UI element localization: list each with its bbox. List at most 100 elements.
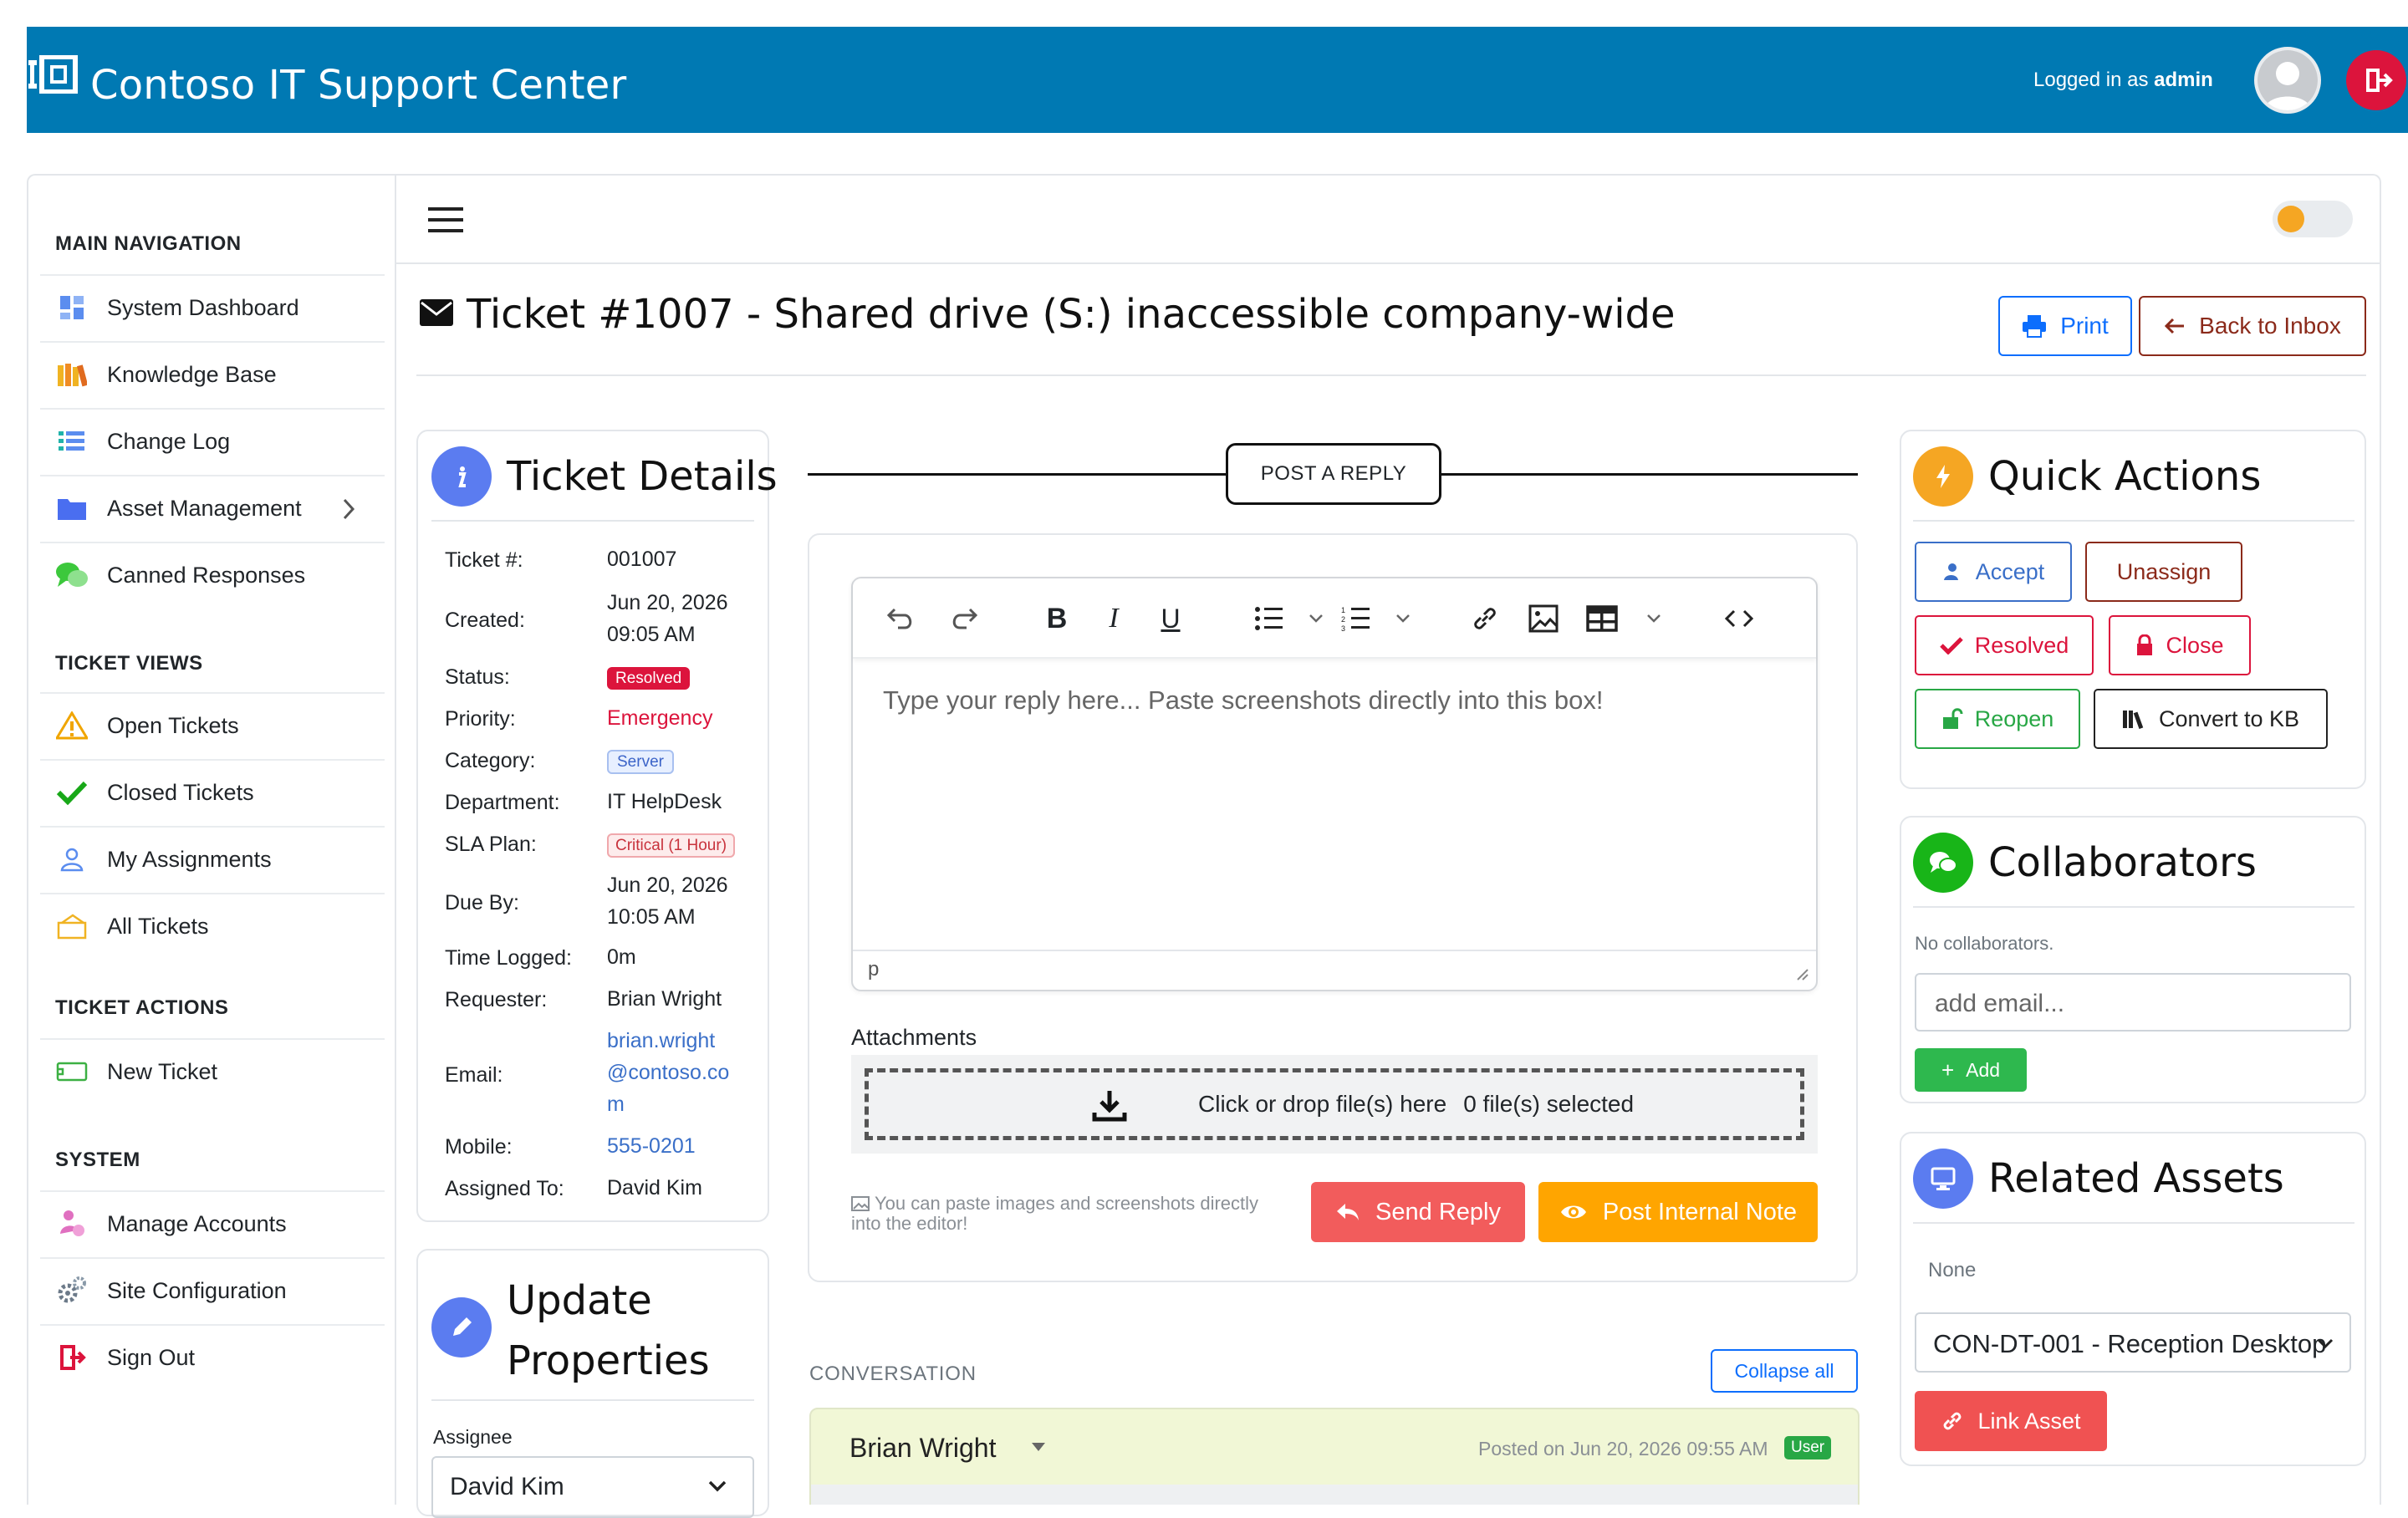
list-icon <box>55 425 89 458</box>
sidebar-item-new-ticket[interactable]: New Ticket <box>40 1038 385 1103</box>
ticket-details-title: Ticket Details <box>507 453 778 500</box>
link-icon[interactable] <box>1468 602 1502 635</box>
add-collaborator-button[interactable]: + Add <box>1915 1048 2027 1092</box>
redo-icon[interactable] <box>946 602 980 635</box>
no-collaborators-text: No collaborators. <box>1915 933 2054 954</box>
time-logged-value: 0m <box>607 945 636 969</box>
sidebar-item-my-assignments[interactable]: My Assignments <box>40 826 385 891</box>
card-divider <box>1913 906 2354 908</box>
user-icon <box>55 843 89 876</box>
source-code-icon[interactable] <box>1722 602 1756 635</box>
link-asset-button[interactable]: Link Asset <box>1915 1391 2107 1451</box>
due-time: 10:05 AM <box>607 905 696 929</box>
sidebar-item-label: Canned Responses <box>107 562 306 588</box>
sidebar-item-site-configuration[interactable]: Site Configuration <box>40 1257 385 1322</box>
chevron-down-icon <box>2316 1337 2334 1353</box>
menu-toggle-icon[interactable] <box>428 206 465 234</box>
convert-to-kb-button[interactable]: Convert to KB <box>2094 689 2328 749</box>
accounts-icon <box>55 1207 89 1240</box>
italic-icon[interactable]: I <box>1097 602 1130 635</box>
ticket-details-card: Ticket Details Ticket #: 001007 Created:… <box>416 430 778 1222</box>
logged-in-text: Logged in as admin <box>2033 69 2213 92</box>
bullet-list-icon[interactable] <box>1252 602 1286 635</box>
asset-select[interactable]: CON-DT-001 - Reception Desktop <box>1915 1312 2351 1373</box>
priority-value: Emergency <box>607 706 713 730</box>
send-reply-button[interactable]: Send Reply <box>1311 1182 1525 1242</box>
caret-down-icon[interactable] <box>1030 1441 1047 1453</box>
convert-label: Convert to KB <box>2158 706 2300 731</box>
editor-statusbar: p <box>853 950 1816 990</box>
logout-button[interactable] <box>2346 50 2406 110</box>
user-avatar[interactable] <box>2254 47 2321 114</box>
svg-text:3: 3 <box>1341 624 1345 632</box>
reply-editor[interactable]: B I U 123 Type your reply here... Paste … <box>851 577 1818 991</box>
chat-bubbles-icon <box>55 558 89 592</box>
assignee-select[interactable]: David Kim <box>431 1456 754 1518</box>
sidebar-item-label: Manage Accounts <box>107 1210 287 1236</box>
chevron-down-icon[interactable] <box>1637 602 1671 635</box>
created-time: 09:05 AM <box>607 623 696 646</box>
sidebar-item-system-dashboard[interactable]: System Dashboard <box>40 274 385 339</box>
brand-title[interactable]: Contoso IT Support Center <box>90 62 626 109</box>
sidebar-item-change-log[interactable]: Change Log <box>40 408 385 473</box>
sidebar-item-canned-responses[interactable]: Canned Responses <box>40 542 385 607</box>
status-label: Status: <box>445 665 510 689</box>
category-value: Server <box>607 744 674 778</box>
resize-handle-icon[interactable] <box>1794 966 1809 986</box>
underline-icon[interactable]: U <box>1154 602 1187 635</box>
back-to-inbox-button[interactable]: Back to Inbox <box>2139 296 2366 356</box>
printer-icon <box>2022 314 2047 338</box>
theme-toggle[interactable] <box>2273 201 2353 237</box>
print-button[interactable]: Print <box>1998 296 2132 356</box>
resolved-button[interactable]: Resolved <box>1915 615 2094 675</box>
sidebar-item-closed-tickets[interactable]: Closed Tickets <box>40 759 385 824</box>
chevron-down-icon[interactable] <box>1299 602 1333 635</box>
reopen-button[interactable]: Reopen <box>1915 689 2080 749</box>
check-icon <box>55 776 89 809</box>
chevron-down-icon[interactable] <box>1386 602 1420 635</box>
sidebar-item-all-tickets[interactable]: All Tickets <box>40 893 385 958</box>
message-header[interactable]: Brian Wright Posted on Jun 20, 2026 09:5… <box>809 1408 1860 1505</box>
element-path[interactable]: p <box>868 958 879 981</box>
check-icon <box>1939 636 1963 655</box>
email-link[interactable]: brian.wright @contoso.co m <box>607 1025 729 1120</box>
collaborator-email-input[interactable]: add email... <box>1915 973 2351 1032</box>
accept-button[interactable]: Accept <box>1915 542 2072 602</box>
sidebar-section-ticket-views: TICKET VIEWS <box>55 652 203 675</box>
bold-icon[interactable]: B <box>1040 602 1074 635</box>
collaborators-card: Collaborators No collaborators. add emai… <box>1900 816 2366 1103</box>
sidebar-item-sign-out[interactable]: Sign Out <box>40 1324 385 1389</box>
collaborators-title: Collaborators <box>1988 839 2257 886</box>
top-header: Contoso IT Support Center Logged in as a… <box>27 27 2408 133</box>
books-icon <box>55 358 89 391</box>
post-internal-note-button[interactable]: Post Internal Note <box>1538 1182 1818 1242</box>
image-icon[interactable] <box>1527 602 1560 635</box>
sidebar-item-knowledge-base[interactable]: Knowledge Base <box>40 341 385 406</box>
close-button[interactable]: Close <box>2109 615 2251 675</box>
sla-badge: Critical (1 Hour) <box>607 833 736 858</box>
unassign-button[interactable]: Unassign <box>2085 542 2242 602</box>
mobile-link[interactable]: 555-0201 <box>607 1130 696 1162</box>
card-divider <box>1913 1222 2354 1224</box>
sidebar-item-open-tickets[interactable]: Open Tickets <box>40 692 385 757</box>
back-label: Back to Inbox <box>2199 313 2341 339</box>
sidebar-item-label: My Assignments <box>107 846 272 872</box>
undo-icon[interactable] <box>885 602 918 635</box>
status-badge: Resolved <box>607 667 691 690</box>
editor-placeholder[interactable]: Type your reply here... Paste screenshot… <box>883 685 1604 716</box>
mobile-label: Mobile: <box>445 1135 513 1159</box>
assigned-value: David Kim <box>607 1176 702 1200</box>
assignee-selected: David Kim <box>450 1473 564 1500</box>
table-icon[interactable] <box>1585 602 1619 635</box>
card-divider <box>431 520 754 522</box>
sidebar-item-label: Knowledge Base <box>107 361 277 387</box>
numbered-list-icon[interactable]: 123 <box>1339 602 1373 635</box>
sla-value: Critical (1 Hour) <box>607 828 736 862</box>
chevron-right-icon[interactable] <box>338 497 360 522</box>
collapse-all-button[interactable]: Collapse all <box>1711 1349 1858 1393</box>
sidebar-item-manage-accounts[interactable]: Manage Accounts <box>40 1190 385 1256</box>
sidebar-item-asset-management[interactable]: Asset Management <box>40 475 385 540</box>
pencil-icon <box>431 1297 492 1358</box>
requester-label: Requester: <box>445 988 548 1011</box>
file-dropzone[interactable]: Click or drop file(s) here 0 file(s) sele… <box>851 1055 1818 1154</box>
